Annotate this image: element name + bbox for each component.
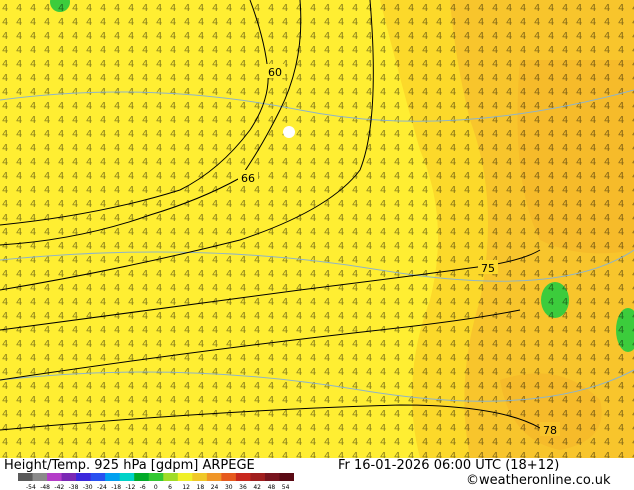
color-scale <box>18 473 294 481</box>
color-scale-tick-label: -6 <box>140 484 146 490</box>
color-scale-swatch <box>134 473 150 481</box>
color-scale-swatch <box>177 473 193 481</box>
color-scale-swatch <box>206 473 222 481</box>
color-scale-swatch <box>61 473 77 481</box>
color-scale-ticks: -54 -48 -42 -38 -30 -24 -18 -12 -6 0 6 12 18 24 30 36 42… <box>26 484 290 490</box>
color-scale-tick-label: 0 <box>154 484 158 490</box>
color-scale-swatch <box>47 473 63 481</box>
color-scale-tick-label: 42 <box>253 484 261 490</box>
valid-time: Fr 16-01-2026 06:00 UTC (18+12) <box>338 458 560 473</box>
color-scale-tick-label: -54 <box>26 484 36 490</box>
color-scale-swatch <box>119 473 135 481</box>
contour-label: 60 <box>268 66 282 79</box>
credit: ©weatheronline.co.uk <box>466 473 611 488</box>
location-marker <box>283 126 295 138</box>
color-scale-tick-label: 24 <box>211 484 219 490</box>
color-scale-swatch <box>105 473 121 481</box>
contour-label: 66 <box>241 172 255 185</box>
weather-map: 4 60 66 75 78 <box>0 0 634 458</box>
color-scale-swatch <box>264 473 280 481</box>
contour-label: 78 <box>543 424 557 437</box>
color-scale-tick-label: -48 <box>40 484 50 490</box>
color-scale-tick-label: 12 <box>182 484 190 490</box>
color-scale-swatch <box>279 473 294 481</box>
color-scale-tick-label: -38 <box>69 484 79 490</box>
color-scale-swatch <box>18 473 34 481</box>
color-scale-tick-label: -42 <box>54 484 64 490</box>
color-scale-swatch <box>235 473 251 481</box>
color-scale-swatch <box>221 473 237 481</box>
color-scale-swatch <box>76 473 92 481</box>
color-scale-swatch <box>32 473 48 481</box>
color-scale-tick-label: -30 <box>83 484 93 490</box>
color-scale-tick-label: 18 <box>197 484 205 490</box>
contour-label: 75 <box>481 262 495 275</box>
color-scale-swatch <box>192 473 208 481</box>
color-scale-swatch <box>148 473 164 481</box>
color-scale-tick-label: 48 <box>268 484 276 490</box>
temperature-grid-values <box>0 0 634 458</box>
color-scale-tick-label: 30 <box>225 484 233 490</box>
color-scale-tick-label: -18 <box>111 484 121 490</box>
color-scale-tick-label: 36 <box>239 484 247 490</box>
color-scale-swatch <box>163 473 179 481</box>
color-scale-tick-label: 54 <box>282 484 290 490</box>
map-title: Height/Temp. 925 hPa [gdpm] ARPEGE <box>4 458 255 473</box>
color-scale-swatch <box>90 473 106 481</box>
color-scale-tick-label: -24 <box>97 484 107 490</box>
color-scale-tick-label: 6 <box>168 484 172 490</box>
color-scale-tick-label: -12 <box>125 484 135 490</box>
color-scale-swatch <box>250 473 266 481</box>
